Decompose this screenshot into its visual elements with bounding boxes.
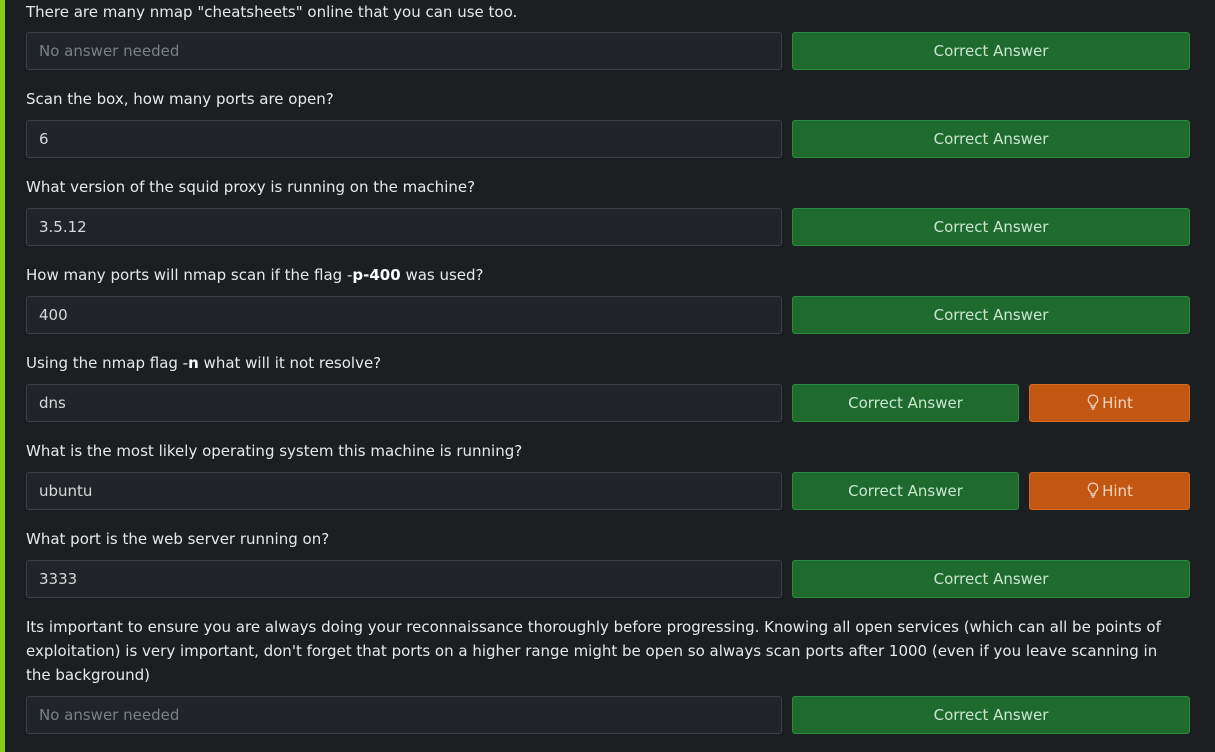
answer-input[interactable]: 3.5.12 bbox=[26, 208, 782, 246]
answer-row: No answer needed Correct Answer bbox=[26, 32, 1190, 70]
answer-row: No answer needed Correct Answer bbox=[26, 696, 1190, 734]
lightbulb-icon bbox=[1087, 482, 1099, 498]
question-text: What version of the squid proxy is runni… bbox=[26, 178, 476, 196]
answer-row: ubuntu Correct Answer Hint bbox=[26, 472, 1190, 510]
correct-answer-button[interactable]: Correct Answer bbox=[792, 384, 1019, 422]
answer-input[interactable]: No answer needed bbox=[26, 696, 782, 734]
answer-row: 3.5.12 Correct Answer bbox=[26, 208, 1190, 246]
correct-answer-button[interactable]: Correct Answer bbox=[792, 472, 1019, 510]
question-text: What port is the web server running on? bbox=[26, 530, 330, 548]
answer-row: dns Correct Answer Hint bbox=[26, 384, 1190, 422]
correct-answer-button[interactable]: Correct Answer bbox=[792, 560, 1190, 598]
lightbulb-icon bbox=[1087, 394, 1099, 410]
flag-text: n bbox=[188, 354, 199, 372]
hint-button[interactable]: Hint bbox=[1029, 472, 1190, 510]
question-text: There are many nmap "cheatsheets" online… bbox=[26, 3, 518, 21]
question-text: Using the nmap flag -n what will it not … bbox=[26, 354, 382, 372]
question-text: Scan the box, how many ports are open? bbox=[26, 90, 334, 108]
answer-input[interactable]: 3333 bbox=[26, 560, 782, 598]
correct-answer-button[interactable]: Correct Answer bbox=[792, 296, 1190, 334]
answer-input[interactable]: ubuntu bbox=[26, 472, 782, 510]
answer-row: 3333 Correct Answer bbox=[26, 560, 1190, 598]
question-text: How many ports will nmap scan if the fla… bbox=[26, 266, 484, 284]
answer-input[interactable]: 400 bbox=[26, 296, 782, 334]
hint-button[interactable]: Hint bbox=[1029, 384, 1190, 422]
answer-input[interactable]: 6 bbox=[26, 120, 782, 158]
answer-input[interactable]: dns bbox=[26, 384, 782, 422]
correct-answer-button[interactable]: Correct Answer bbox=[792, 696, 1190, 734]
answer-row: 400 Correct Answer bbox=[26, 296, 1190, 334]
correct-answer-button[interactable]: Correct Answer bbox=[792, 208, 1190, 246]
answer-input[interactable]: No answer needed bbox=[26, 32, 782, 70]
correct-answer-button[interactable]: Correct Answer bbox=[792, 120, 1190, 158]
flag-text: p-400 bbox=[352, 266, 401, 284]
correct-answer-button[interactable]: Correct Answer bbox=[792, 32, 1190, 70]
question-text: What is the most likely operating system… bbox=[26, 442, 523, 460]
answer-row: 6 Correct Answer bbox=[26, 120, 1190, 158]
question-text: Its important to ensure you are always d… bbox=[26, 618, 1161, 684]
